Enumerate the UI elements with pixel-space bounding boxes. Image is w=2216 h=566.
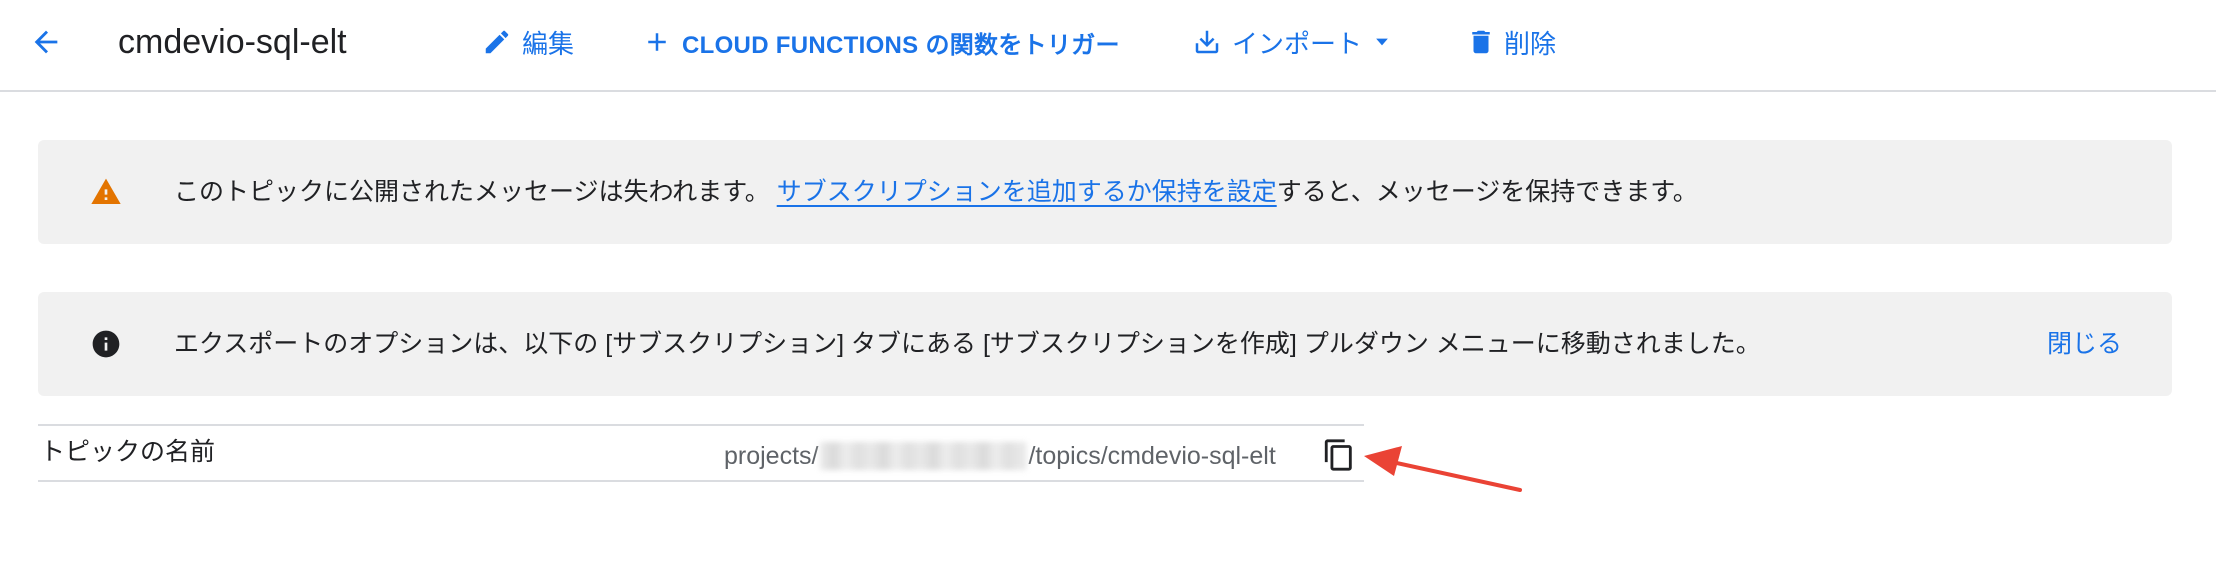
pencil-icon — [485, 30, 509, 54]
page-title: cmdevio-sql-elt — [118, 23, 347, 61]
topic-name-value: projects/ /topics/cmdevio-sql-elt — [724, 440, 1276, 472]
edit-label: 編集 — [522, 28, 575, 59]
delete-button[interactable]: 削除 — [1466, 20, 1556, 64]
page-header: cmdevio-sql-elt 編集 CLOUD FUNCTIONS の関数をト… — [0, 0, 2216, 92]
download-icon — [1195, 30, 1219, 54]
topic-name-prefix: projects/ — [724, 442, 819, 470]
caret-down-icon — [1376, 38, 1388, 46]
edit-button[interactable]: 編集 — [482, 20, 574, 64]
add-subscription-link[interactable]: サブスクリプションを追加するか保持を設定 — [777, 178, 1277, 206]
warning-text-before: このトピックに公開されたメッセージは失われます。 — [174, 178, 777, 206]
plus-icon — [648, 33, 666, 51]
trigger-label: CLOUD FUNCTIONS の関数をトリガー — [682, 31, 1120, 59]
back-button[interactable] — [22, 20, 70, 64]
info-message: エクスポートのオプションは、以下の [サブスクリプション] タブにある [サブス… — [174, 330, 1761, 358]
close-banner-button[interactable]: 閉じる — [2047, 326, 2122, 362]
trash-icon — [1472, 30, 1490, 54]
warning-text-after: すると、メッセージを保持できます。 — [1276, 178, 1698, 206]
annotation-arrow — [1364, 446, 1522, 492]
info-icon — [92, 330, 120, 358]
warning-icon — [91, 178, 121, 204]
import-dropdown-button[interactable]: インポート — [1192, 20, 1392, 64]
warning-banner: このトピックに公開されたメッセージは失われます。 サブスクリプションを追加するか… — [38, 140, 2172, 244]
topic-name-row: トピックの名前 projects/ /topics/cmdevio-sql-el… — [38, 424, 1364, 482]
topic-name-label: トピックの名前 — [40, 438, 216, 466]
redacted-project-id — [820, 442, 1027, 470]
arrow-back-icon — [34, 30, 58, 54]
topic-name-suffix: /topics/cmdevio-sql-elt — [1028, 442, 1276, 470]
delete-label: 削除 — [1504, 28, 1557, 59]
warning-message: このトピックに公開されたメッセージは失われます。 サブスクリプションを追加するか… — [174, 174, 1698, 210]
trigger-cloud-function-button[interactable]: CLOUD FUNCTIONS の関数をトリガー — [642, 20, 1120, 64]
info-banner: エクスポートのオプションは、以下の [サブスクリプション] タブにある [サブス… — [38, 292, 2172, 396]
import-label: インポート — [1232, 28, 1363, 59]
